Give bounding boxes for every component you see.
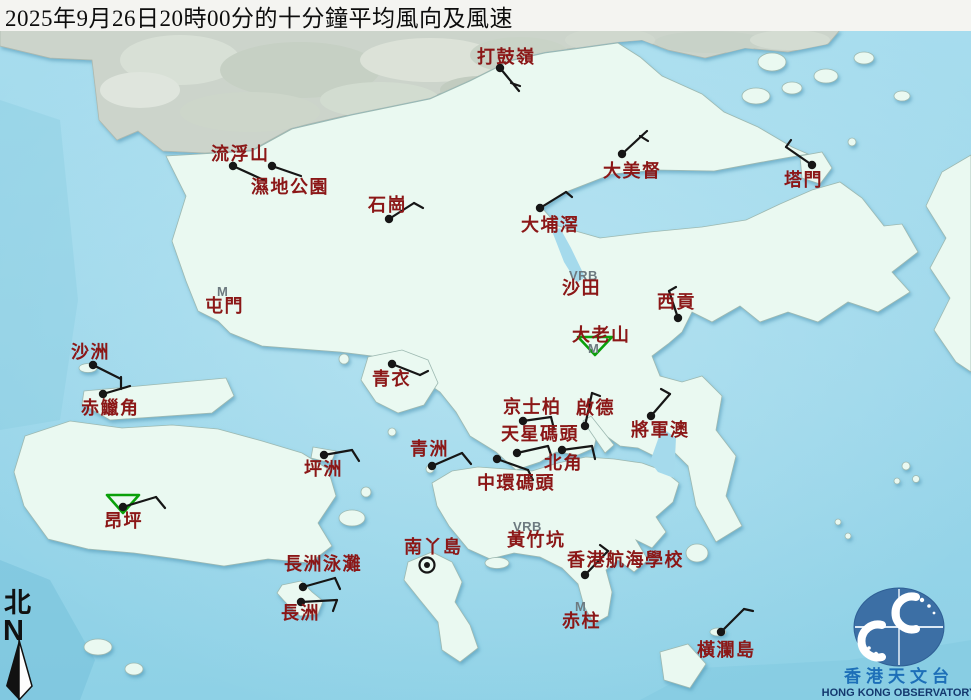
station-dot <box>674 314 682 322</box>
sunshine-islet <box>361 487 371 497</box>
port-island-islet <box>848 138 856 146</box>
station-dot <box>89 361 97 369</box>
station-dot <box>268 162 276 170</box>
station-label: 中環碼頭 <box>477 472 555 493</box>
station-dot <box>428 462 436 470</box>
station-label: 橫瀾島 <box>697 639 756 660</box>
soko-islet-1 <box>84 639 112 655</box>
station-label: 昂坪 <box>104 511 143 531</box>
station-label: 大美督 <box>603 160 662 181</box>
station-label: 京士柏 <box>503 396 562 417</box>
station-label: 西貢 <box>657 292 696 312</box>
compass-chinese-label: 北 <box>4 588 31 618</box>
compass-n-label: N <box>3 615 24 647</box>
station-label: 赤柱 <box>562 610 601 631</box>
station-label: 大埔滘 <box>521 214 580 235</box>
station-label: 長洲泳灘 <box>284 553 362 574</box>
station-dot <box>717 628 725 636</box>
kau-yi-chau-islet <box>388 428 396 436</box>
ma-wan-islet <box>339 354 349 364</box>
station-label: 流浮山 <box>211 143 270 164</box>
station-dot <box>299 583 307 591</box>
calm-icon-dot <box>424 562 430 568</box>
station-label: 青洲 <box>410 439 449 459</box>
station-label: 黃竹坑 <box>506 529 566 550</box>
station-label: 香港航海學校 <box>566 549 684 570</box>
station-dot <box>536 204 544 212</box>
station-dot <box>513 449 521 457</box>
station-label: 沙洲 <box>71 342 110 362</box>
station-dot <box>581 422 589 430</box>
station-dot <box>581 571 589 579</box>
station-label: 赤鱲角 <box>81 397 140 418</box>
station-label: 南丫島 <box>404 536 463 557</box>
tung-lung-islet <box>686 544 708 562</box>
station-dot <box>808 161 816 169</box>
ap-lei-chau-islet <box>485 558 509 569</box>
station-label: 屯門 <box>205 295 244 316</box>
station-label: 將軍澳 <box>631 419 690 440</box>
hko-logo-chinese: 香港天文台 <box>844 666 954 686</box>
hko-logo-english: HONG KONG OBSERVATORY <box>822 687 971 699</box>
station-label: 打鼓嶺 <box>477 46 536 67</box>
station-dot <box>320 451 328 459</box>
station-label: 濕地公園 <box>251 176 329 197</box>
hei-ling-chau-islet <box>339 510 365 526</box>
station-label: 天星碼頭 <box>501 424 579 444</box>
station-label: 大老山 <box>572 324 631 345</box>
station-dot <box>385 215 393 223</box>
station-label: 啟德 <box>576 397 615 418</box>
title-bar: 2025年9月26日20時00分的十分鐘平均風向及風速 <box>0 0 971 31</box>
map-title: 2025年9月26日20時00分的十分鐘平均風向及風速 <box>0 0 513 33</box>
station-dot <box>119 503 127 511</box>
station-label: 沙田 <box>562 278 601 298</box>
station-label: 石崗 <box>367 194 407 215</box>
station-dot <box>99 390 107 398</box>
station-dot <box>647 412 655 420</box>
station-dot <box>493 455 501 463</box>
soko-islet-2 <box>125 663 143 675</box>
hong-kong-map: 打鼓嶺流浮山濕地公園石崗大美督塔門大埔滘VRB沙田M屯門西貢M大老山沙洲赤鱲角青… <box>0 0 971 700</box>
station-label: 長洲 <box>281 603 320 623</box>
station-label: 北角 <box>544 452 583 473</box>
station-dot <box>618 150 626 158</box>
station-label: 坪洲 <box>304 459 343 479</box>
wind-map-screenshot: 2025年9月26日20時00分的十分鐘平均風向及風速 <box>0 0 971 700</box>
station-label: 塔門 <box>784 169 823 190</box>
station-label: 青衣 <box>372 368 411 389</box>
station-dot <box>388 360 396 368</box>
